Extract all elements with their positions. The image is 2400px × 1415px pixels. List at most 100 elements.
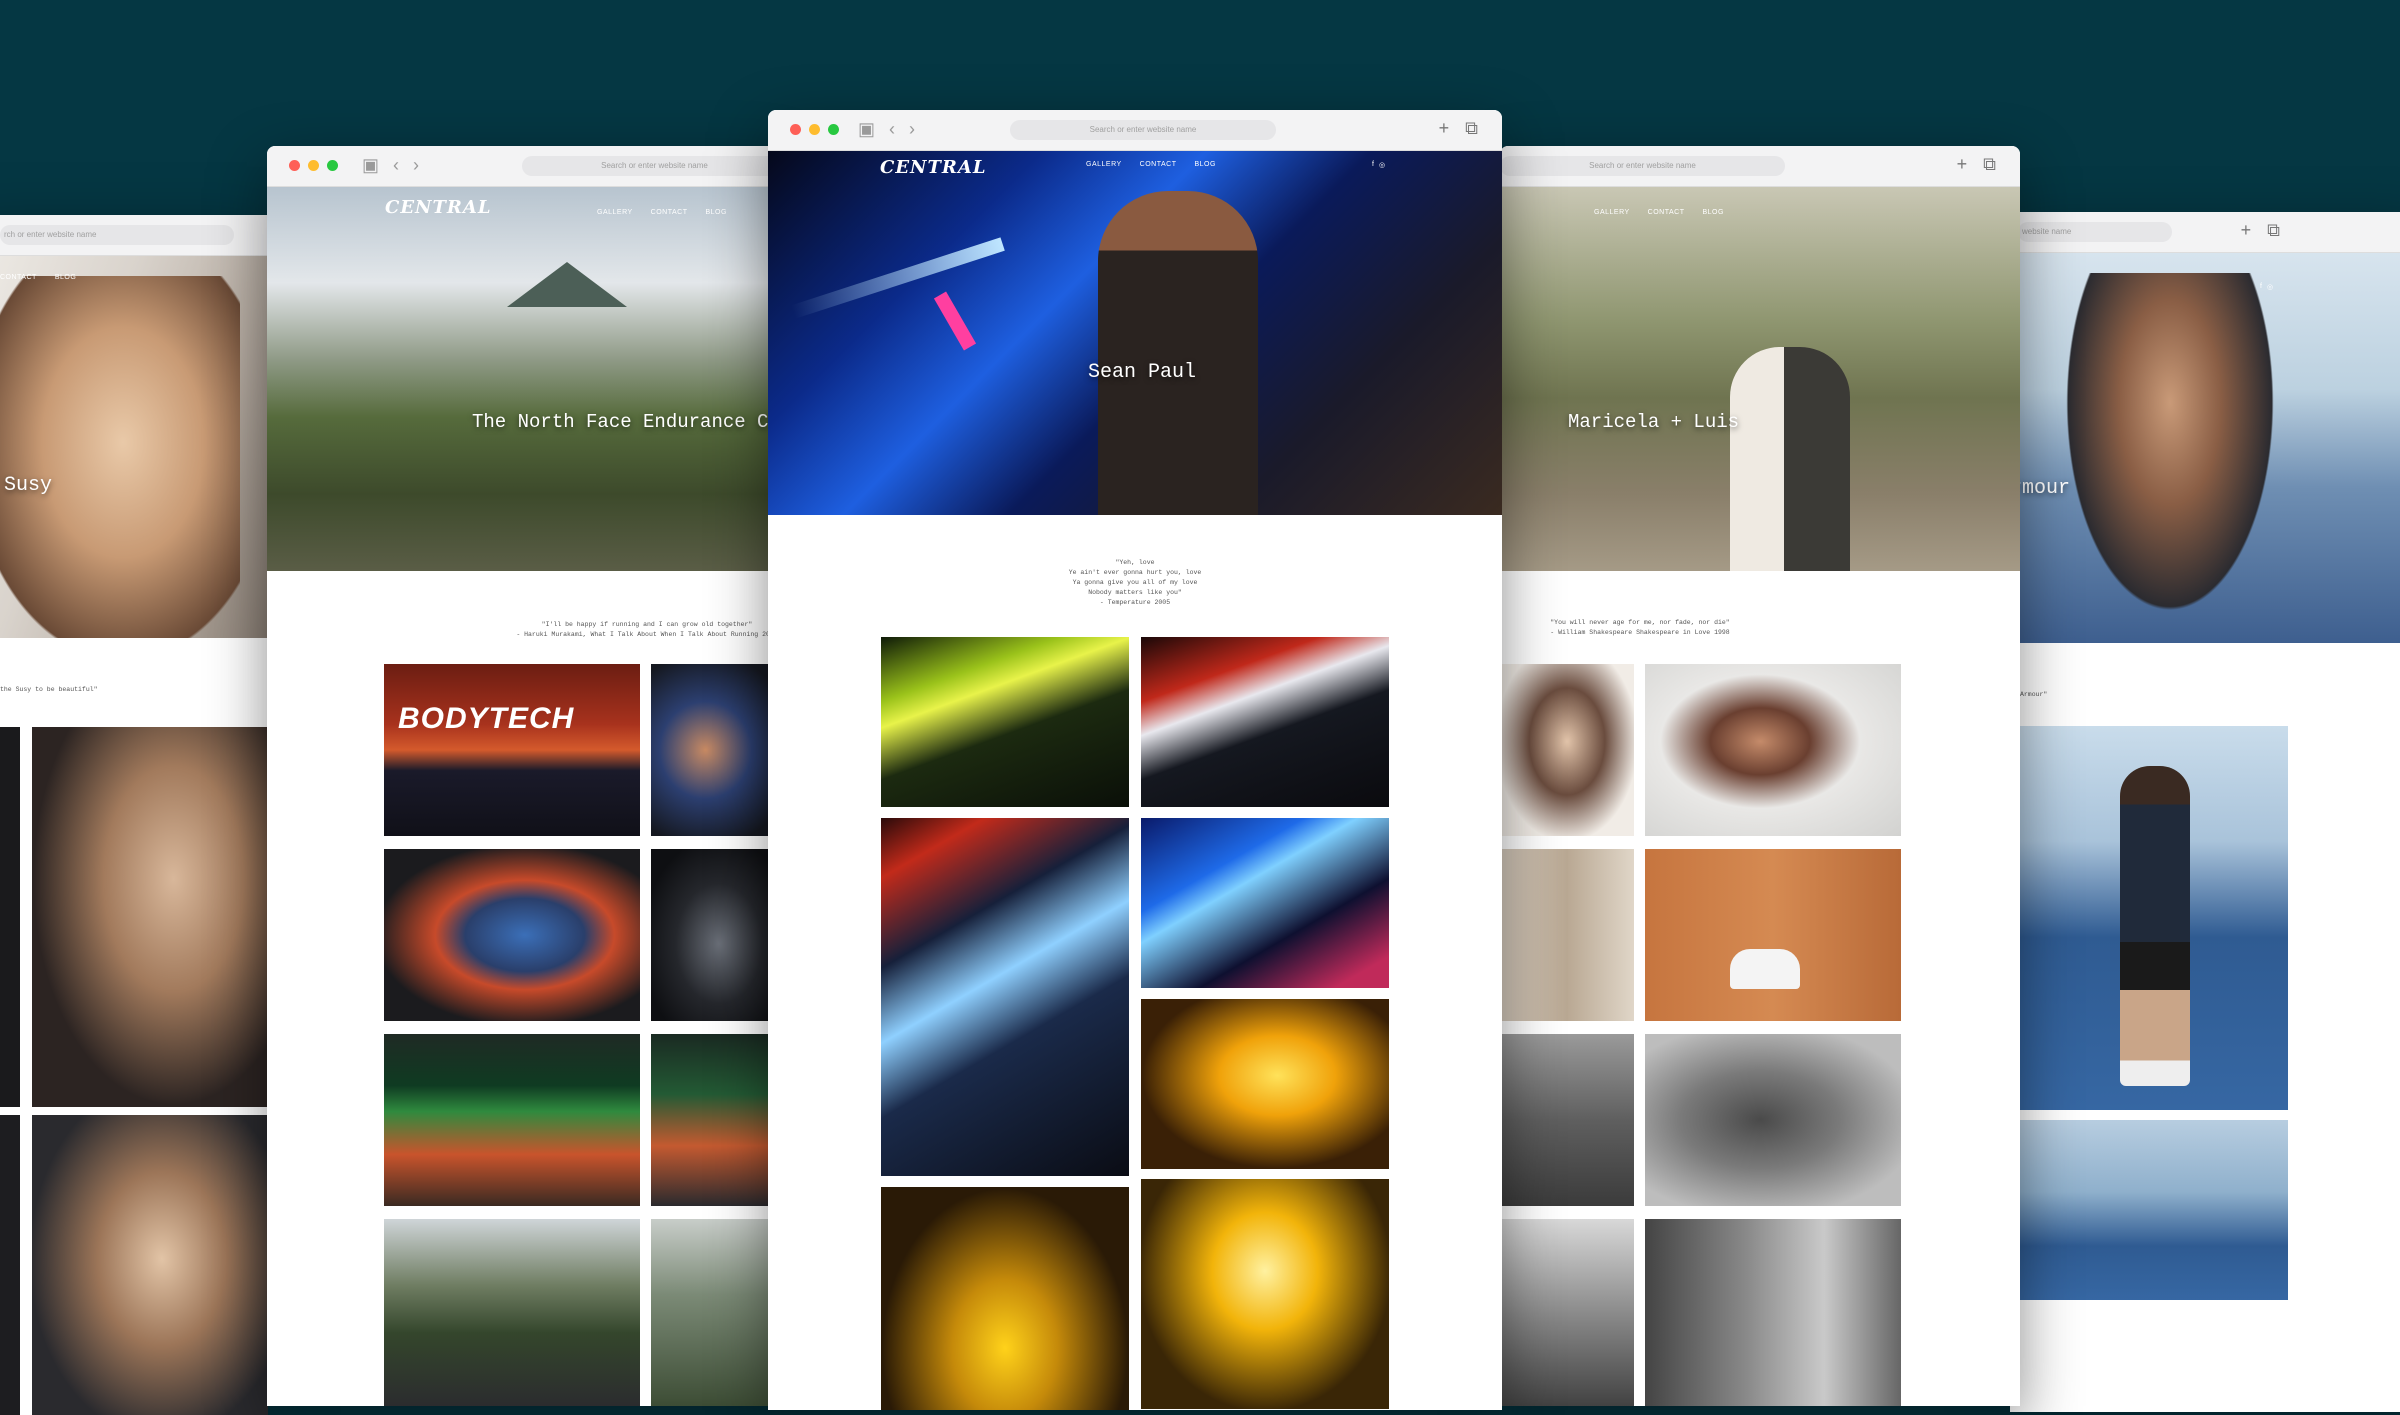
hero-quote: Armour" <box>2020 691 2048 698</box>
toolbar-actions: + ⧉ <box>1957 154 1996 175</box>
browser-window-north-face: ▣ ‹ › Search or enter website name CENTR… <box>267 146 787 1406</box>
gallery-photo-concert-blue[interactable] <box>1141 818 1389 988</box>
gallery-photo-concert-blue-tall[interactable] <box>881 818 1129 1176</box>
browser-window-wedding: Search or enter website name + ⧉ GALLERY… <box>1500 146 2020 1406</box>
gallery-photo-groom-mirror[interactable] <box>1645 1219 1901 1406</box>
site-logo[interactable]: CENTRAL <box>880 157 986 178</box>
facebook-icon[interactable]: f <box>1372 161 1374 169</box>
gallery-photo-finish-line[interactable] <box>384 1034 640 1206</box>
browser-toolbar: ▣ ‹ › Search or enter website name + ⧉ <box>768 110 1502 151</box>
hero-section: CENTRAL GALLERY CONTACT BLOG f ◎ Sean Pa… <box>768 151 1502 515</box>
minimize-button[interactable] <box>809 124 820 135</box>
url-bar[interactable]: Search or enter website name <box>1500 156 1785 176</box>
runner-figure <box>2120 766 2190 1086</box>
tabs-icon[interactable]: ⧉ <box>2267 220 2280 241</box>
gallery-photo-concert-yellow[interactable] <box>1141 999 1389 1169</box>
nav-blog[interactable]: BLOG <box>55 274 76 281</box>
zoom-button[interactable] <box>828 124 839 135</box>
tabs-icon[interactable]: ⧉ <box>1983 154 1996 175</box>
gallery-photo-concert-gold[interactable] <box>1141 1179 1389 1409</box>
nav-gallery[interactable]: GALLERY <box>1086 161 1122 168</box>
hero-image-couple <box>1730 347 1850 571</box>
gallery-photo-landscape[interactable] <box>651 1219 787 1406</box>
nav-gallery[interactable]: GALLERY <box>597 209 633 216</box>
chevron-left-icon[interactable]: ‹ <box>889 119 895 140</box>
sidebar-icon[interactable]: ▣ <box>362 155 379 176</box>
browser-toolbar: rch or enter website name <box>0 215 268 256</box>
hero-quote: "I'll be happy if running and I can grow… <box>516 621 777 638</box>
site-nav: GALLERY CONTACT BLOG <box>1086 161 1216 168</box>
close-button[interactable] <box>289 160 300 171</box>
gallery-photo-sprinter[interactable] <box>2020 1120 2288 1300</box>
url-bar[interactable]: Search or enter website name <box>522 156 787 176</box>
gallery-photo-runner-phone[interactable] <box>651 664 787 836</box>
plus-icon[interactable]: + <box>1439 118 1450 139</box>
chevron-right-icon[interactable]: › <box>909 119 915 140</box>
nav-contact[interactable]: CONTACT <box>651 209 688 216</box>
nav-buttons: ▣ ‹ › <box>362 155 419 176</box>
nav-contact[interactable]: CONTACT <box>0 274 37 281</box>
browser-window-sean-paul: ▣ ‹ › Search or enter website name + ⧉ C… <box>768 110 1502 1410</box>
shoes <box>1730 949 1800 989</box>
nav-blog[interactable]: BLOG <box>1702 209 1723 216</box>
gallery-photo-wedding-shoes[interactable] <box>1645 849 1901 1021</box>
plus-icon[interactable]: + <box>2241 220 2252 241</box>
chevron-right-icon[interactable]: › <box>413 155 419 176</box>
gallery-photo-groom-bw[interactable] <box>1500 1219 1634 1406</box>
gallery-photo-start-arch[interactable] <box>384 1219 640 1406</box>
nav-blog[interactable]: BLOG <box>705 209 726 216</box>
hero-image-woman-portrait <box>0 276 240 638</box>
hero-image-performer <box>1098 191 1258 515</box>
tabs-icon[interactable]: ⧉ <box>1465 118 1478 139</box>
nav-contact[interactable]: CONTACT <box>1140 161 1177 168</box>
gallery-photo-bride-veil[interactable] <box>1500 664 1634 836</box>
gallery-photo-portrait-1[interactable] <box>0 727 20 1107</box>
hero-section: f ◎ rmour <box>2010 253 2400 643</box>
nav-blog[interactable]: BLOG <box>1194 161 1215 168</box>
facebook-icon[interactable]: f <box>2260 283 2262 291</box>
gallery-photo-race-crowd[interactable] <box>651 1034 787 1206</box>
url-bar[interactable]: rch or enter website name <box>0 225 234 245</box>
chevron-left-icon[interactable]: ‹ <box>393 155 399 176</box>
gallery-photo-track-runner[interactable] <box>2020 726 2288 1110</box>
nav-gallery[interactable]: GALLERY <box>1594 209 1630 216</box>
bodytech-banner-text: BODYTECH <box>398 702 575 735</box>
gallery-photo-portrait-2[interactable] <box>32 727 268 1107</box>
gallery-photo-concert-red-white[interactable] <box>1141 637 1389 807</box>
nav-buttons: ▣ ‹ › <box>858 119 915 140</box>
gallery-photo-concert-green[interactable] <box>881 637 1129 807</box>
plus-icon[interactable]: + <box>1957 154 1968 175</box>
close-button[interactable] <box>790 124 801 135</box>
window-controls <box>790 124 839 135</box>
hero-quote: the Susy to be beautiful" <box>0 686 98 693</box>
site-nav: GALLERY CONTACT BLOG <box>1594 209 1724 216</box>
instagram-icon[interactable]: ◎ <box>2267 283 2273 291</box>
gallery-photo-bride-smile[interactable] <box>1645 664 1901 836</box>
gallery-photo-dress-hanger[interactable] <box>1500 849 1634 1021</box>
url-bar[interactable]: website name <box>2018 222 2172 242</box>
hero-title: The North Face Endurance Chall <box>472 411 787 433</box>
gallery-photo-night-tent[interactable] <box>651 849 787 1021</box>
browser-window-under-armour: website name + ⧉ f ◎ rmour Armour" <box>2010 212 2400 1412</box>
browser-toolbar: website name + ⧉ <box>2010 212 2400 253</box>
site-logo[interactable]: CENTRAL <box>385 197 491 218</box>
minimize-button[interactable] <box>308 160 319 171</box>
zoom-button[interactable] <box>327 160 338 171</box>
gallery-photo-suit-bw[interactable] <box>1645 1034 1901 1206</box>
hero-title: Susy <box>4 474 53 497</box>
gallery-photo-bodytech-start[interactable]: BODYTECH <box>384 664 640 836</box>
toolbar-actions: + ⧉ <box>2241 220 2280 241</box>
sidebar-icon[interactable]: ▣ <box>858 119 875 140</box>
gallery-photo-family-bw[interactable] <box>1500 1034 1634 1206</box>
stage-light-beam <box>791 237 1005 319</box>
url-bar[interactable]: Search or enter website name <box>1010 120 1276 140</box>
gallery-photo-concert-yellow-low[interactable] <box>881 1187 1129 1410</box>
window-controls <box>289 160 338 171</box>
gallery-photo-runners-hug[interactable] <box>384 849 640 1021</box>
nav-contact[interactable]: CONTACT <box>1648 209 1685 216</box>
instagram-icon[interactable]: ◎ <box>1379 161 1385 169</box>
hero-section: CONTACT BLOG Susy <box>0 256 268 638</box>
browser-window-susy: rch or enter website name CONTACT BLOG S… <box>0 215 268 1415</box>
gallery-photo-portrait-3[interactable] <box>0 1115 20 1415</box>
gallery-photo-portrait-4[interactable] <box>32 1115 268 1415</box>
